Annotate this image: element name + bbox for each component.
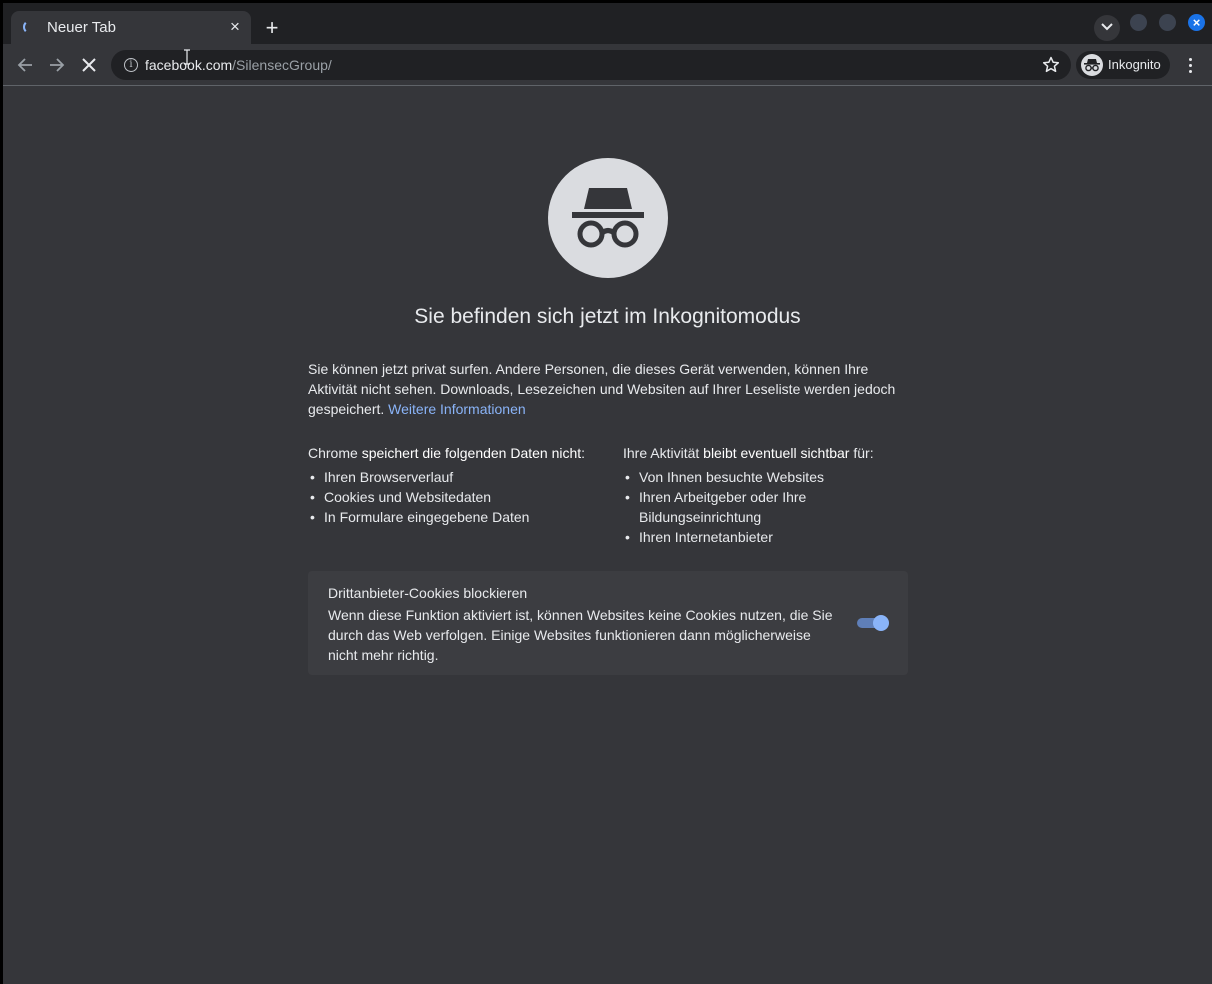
chevron-down-icon	[1101, 23, 1113, 31]
cookie-card-description: Wenn diese Funktion aktiviert ist, könne…	[328, 607, 833, 663]
tab-strip: Neuer Tab × + ×	[3, 3, 1212, 44]
visible-to-column: Ihre Aktivität bleibt eventuell sichtbar…	[623, 443, 913, 547]
learn-more-link[interactable]: Weitere Informationen	[388, 401, 525, 417]
incognito-page: Sie befinden sich jetzt im Inkognitomodu…	[3, 87, 1212, 984]
url-path: /SilensecGroup/	[232, 57, 332, 73]
address-bar[interactable]: i facebook.com/SilensecGroup/	[111, 50, 1071, 80]
incognito-icon	[572, 188, 644, 248]
list-item: Ihren Internetanbieter	[623, 527, 913, 547]
back-button[interactable]	[11, 51, 39, 79]
loading-spinner-icon	[23, 20, 37, 34]
arrow-right-icon	[50, 58, 65, 72]
close-icon	[82, 58, 96, 72]
stop-loading-button[interactable]	[75, 51, 103, 79]
incognito-logo	[548, 158, 668, 278]
incognito-profile-chip[interactable]: Inkognito	[1076, 51, 1170, 79]
new-tab-button[interactable]: +	[258, 15, 286, 43]
list-item: Ihren Browserverlauf	[308, 467, 598, 487]
not-saved-column: Chrome speichert die folgenden Daten nic…	[308, 443, 598, 527]
list-item: Cookies und Websitedaten	[308, 487, 598, 507]
incognito-avatar	[1081, 54, 1103, 76]
forward-button[interactable]	[43, 51, 71, 79]
more-menu-button[interactable]	[1180, 51, 1200, 79]
url-text[interactable]: facebook.com/SilensecGroup/	[145, 57, 332, 73]
list-item: Von Ihnen besuchte Websites	[623, 467, 913, 487]
incognito-icon	[1084, 59, 1100, 72]
list-item: Ihren Arbeitgeber oder Ihre Bildungseinr…	[623, 487, 913, 527]
maximize-button[interactable]	[1159, 14, 1176, 31]
block-cookies-toggle[interactable]	[857, 615, 889, 631]
browser-window: Neuer Tab × + × i facebook.com/SilensecG…	[3, 3, 1212, 984]
not-saved-title: Chrome speichert die folgenden Daten nic…	[308, 445, 586, 461]
minimize-button[interactable]	[1130, 14, 1147, 31]
tab-neuer-tab[interactable]: Neuer Tab ×	[11, 11, 251, 44]
visible-to-title: Ihre Aktivität bleibt eventuell sichtbar…	[623, 445, 874, 461]
list-item: In Formulare eingegebene Daten	[308, 507, 598, 527]
intro-text: Sie können jetzt privat surfen. Andere P…	[308, 359, 908, 419]
star-icon[interactable]	[1041, 55, 1061, 75]
cookie-card-title: Drittanbieter-Cookies blockieren	[328, 585, 528, 601]
toggle-knob	[873, 615, 889, 631]
not-saved-list: Ihren Browserverlauf Cookies und Website…	[308, 467, 598, 527]
close-window-button[interactable]: ×	[1188, 14, 1205, 31]
info-icon[interactable]: i	[124, 58, 138, 72]
tab-close-icon[interactable]: ×	[225, 17, 245, 37]
third-party-cookies-card: Drittanbieter-Cookies blockieren Wenn di…	[308, 571, 908, 675]
tab-search-button[interactable]	[1094, 15, 1120, 41]
text-cursor-icon	[184, 49, 190, 65]
profile-label: Inkognito	[1108, 57, 1161, 72]
visible-to-list: Von Ihnen besuchte Websites Ihren Arbeit…	[623, 467, 913, 547]
tab-title: Neuer Tab	[47, 19, 116, 36]
page-title: Sie befinden sich jetzt im Inkognitomodu…	[414, 305, 801, 328]
arrow-left-icon	[17, 58, 32, 72]
